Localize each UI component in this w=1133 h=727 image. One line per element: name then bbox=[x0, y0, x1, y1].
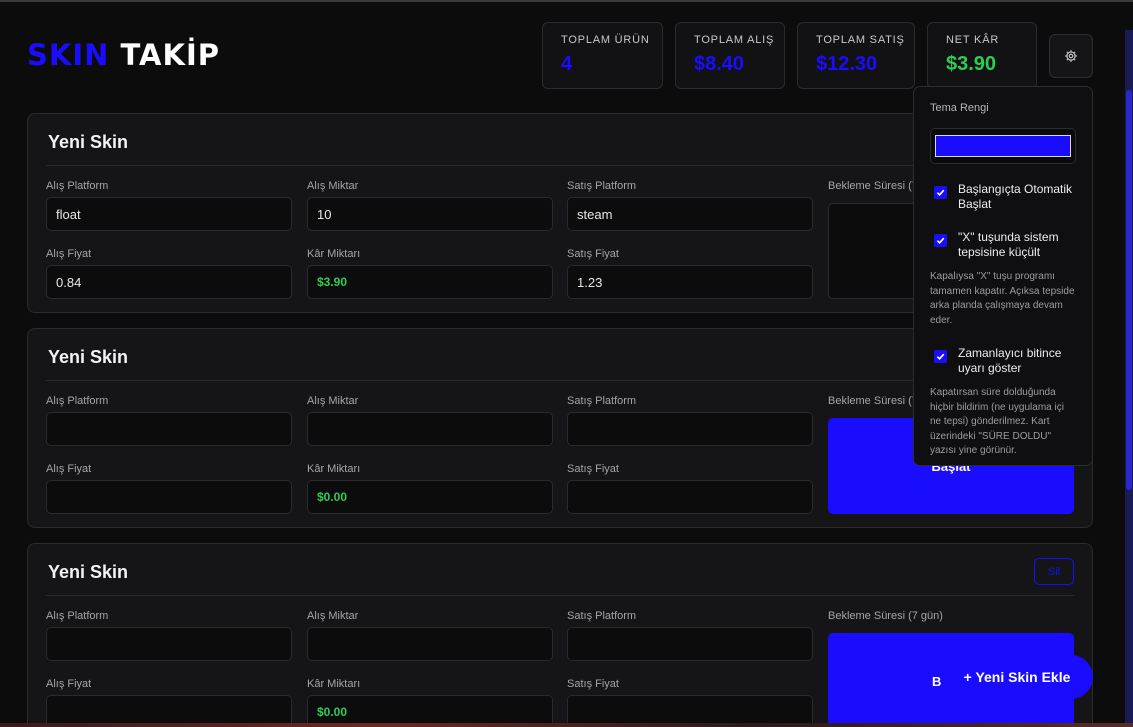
alert-option[interactable]: Zamanlayıcı bitince uyarı göster bbox=[930, 346, 1076, 376]
card-title: Yeni Skin bbox=[48, 132, 129, 152]
alert-label: Zamanlayıcı bitince uyarı göster bbox=[958, 346, 1062, 375]
gear-icon bbox=[1065, 50, 1077, 62]
add-skin-button[interactable]: + Yeni Skin Ekle bbox=[941, 655, 1093, 699]
settings-button[interactable] bbox=[1049, 34, 1093, 78]
buy-amount-input[interactable] bbox=[307, 627, 553, 661]
sell-platform-label: Satış Platform bbox=[567, 610, 637, 622]
sell-platform-input[interactable]: steam bbox=[567, 197, 813, 231]
tray-option[interactable]: "X" tuşunda sistem tepsisine küçült bbox=[930, 230, 1076, 260]
buy-platform-input[interactable]: float bbox=[46, 197, 292, 231]
profit-value: $3.90 bbox=[307, 265, 553, 299]
buy-platform-input[interactable] bbox=[46, 627, 292, 661]
stats-bar: TOPLAM ÜRÜN 4 TOPLAM ALIŞ $8.40 TOPLAM S… bbox=[542, 22, 1037, 89]
autostart-label: Başlangıçta Otomatik Başlat bbox=[958, 182, 1073, 211]
profit-label: Kâr Miktarı bbox=[307, 463, 361, 475]
autostart-option[interactable]: Başlangıçta Otomatik Başlat bbox=[930, 182, 1076, 212]
wait-time-label: Bekleme Süresi (7 gün) bbox=[828, 610, 943, 622]
theme-color-swatch bbox=[935, 135, 1071, 157]
stat-net-profit: NET KÂR $3.90 bbox=[927, 22, 1037, 89]
scrollbar-thumb[interactable] bbox=[1126, 90, 1132, 490]
buy-amount-input[interactable] bbox=[307, 412, 553, 446]
stat-total-buy: TOPLAM ALIŞ $8.40 bbox=[675, 22, 785, 89]
buy-price-label: Alış Fiyat bbox=[46, 248, 92, 260]
buy-platform-input[interactable] bbox=[46, 412, 292, 446]
theme-color-picker[interactable] bbox=[930, 128, 1076, 164]
buy-price-input[interactable]: 0.84 bbox=[46, 265, 292, 299]
window-top-border bbox=[0, 0, 1133, 2]
stat-label: NET KÂR bbox=[946, 34, 1000, 46]
sell-platform-input[interactable] bbox=[567, 627, 813, 661]
app-logo: SKIN TAKİP bbox=[27, 38, 220, 72]
theme-color-label: Tema Rengi bbox=[930, 102, 989, 114]
background-strip bbox=[0, 723, 1133, 727]
settings-panel: Tema Rengi Başlangıçta Otomatik Başlat "… bbox=[913, 86, 1093, 466]
sell-platform-input[interactable] bbox=[567, 412, 813, 446]
checkmark-icon bbox=[936, 353, 945, 361]
stat-total-sell: TOPLAM SATIŞ $12.30 bbox=[797, 22, 915, 89]
alert-checkbox[interactable] bbox=[934, 350, 947, 363]
sell-platform-label: Satış Platform bbox=[567, 395, 637, 407]
divider bbox=[46, 595, 1074, 596]
stat-total-products: TOPLAM ÜRÜN 4 bbox=[542, 22, 663, 89]
stat-value: $3.90 bbox=[946, 53, 997, 75]
stat-label: TOPLAM ALIŞ bbox=[694, 34, 775, 46]
sell-platform-label: Satış Platform bbox=[567, 180, 637, 192]
tray-label: "X" tuşunda sistem tepsisine küçült bbox=[958, 230, 1059, 259]
sell-price-label: Satış Fiyat bbox=[567, 463, 619, 475]
stat-value: $8.40 bbox=[694, 53, 745, 75]
sell-price-label: Satış Fiyat bbox=[567, 678, 619, 690]
buy-price-label: Alış Fiyat bbox=[46, 463, 92, 475]
profit-value: $0.00 bbox=[307, 480, 553, 514]
skin-card: Yeni Skin Sil Alış Platform Alış Miktar … bbox=[27, 543, 1093, 727]
checkmark-icon bbox=[936, 189, 945, 197]
card-title: Yeni Skin bbox=[48, 347, 129, 367]
buy-price-input[interactable] bbox=[46, 480, 292, 514]
sell-price-label: Satış Fiyat bbox=[567, 248, 619, 260]
checkmark-icon bbox=[936, 237, 945, 245]
sell-price-input[interactable]: 1.23 bbox=[567, 265, 813, 299]
buy-platform-label: Alış Platform bbox=[46, 395, 109, 407]
buy-amount-label: Alış Miktar bbox=[307, 610, 359, 622]
card-title: Yeni Skin bbox=[48, 562, 129, 582]
logo-part-skin: SKIN bbox=[27, 38, 110, 72]
buy-amount-input[interactable]: 10 bbox=[307, 197, 553, 231]
buy-amount-label: Alış Miktar bbox=[307, 395, 359, 407]
stat-value: $12.30 bbox=[816, 53, 878, 75]
delete-button[interactable]: Sil bbox=[1034, 558, 1074, 585]
stat-label: TOPLAM ÜRÜN bbox=[561, 34, 650, 46]
sell-price-input[interactable] bbox=[567, 480, 813, 514]
autostart-checkbox[interactable] bbox=[934, 186, 947, 199]
buy-price-label: Alış Fiyat bbox=[46, 678, 92, 690]
stat-value: 4 bbox=[561, 53, 573, 75]
profit-label: Kâr Miktarı bbox=[307, 248, 361, 260]
tray-help-text: Kapalıysa "X" tuşu programı tamamen kapa… bbox=[930, 271, 1075, 326]
logo-part-takip: TAKİP bbox=[120, 38, 221, 72]
stat-label: TOPLAM SATIŞ bbox=[816, 34, 905, 46]
buy-platform-label: Alış Platform bbox=[46, 610, 109, 622]
buy-amount-label: Alış Miktar bbox=[307, 180, 359, 192]
buy-platform-label: Alış Platform bbox=[46, 180, 109, 192]
tray-checkbox[interactable] bbox=[934, 234, 947, 247]
alert-help-text: Kapatırsan süre dolduğunda hiçbir bildir… bbox=[930, 387, 1064, 456]
profit-label: Kâr Miktarı bbox=[307, 678, 361, 690]
